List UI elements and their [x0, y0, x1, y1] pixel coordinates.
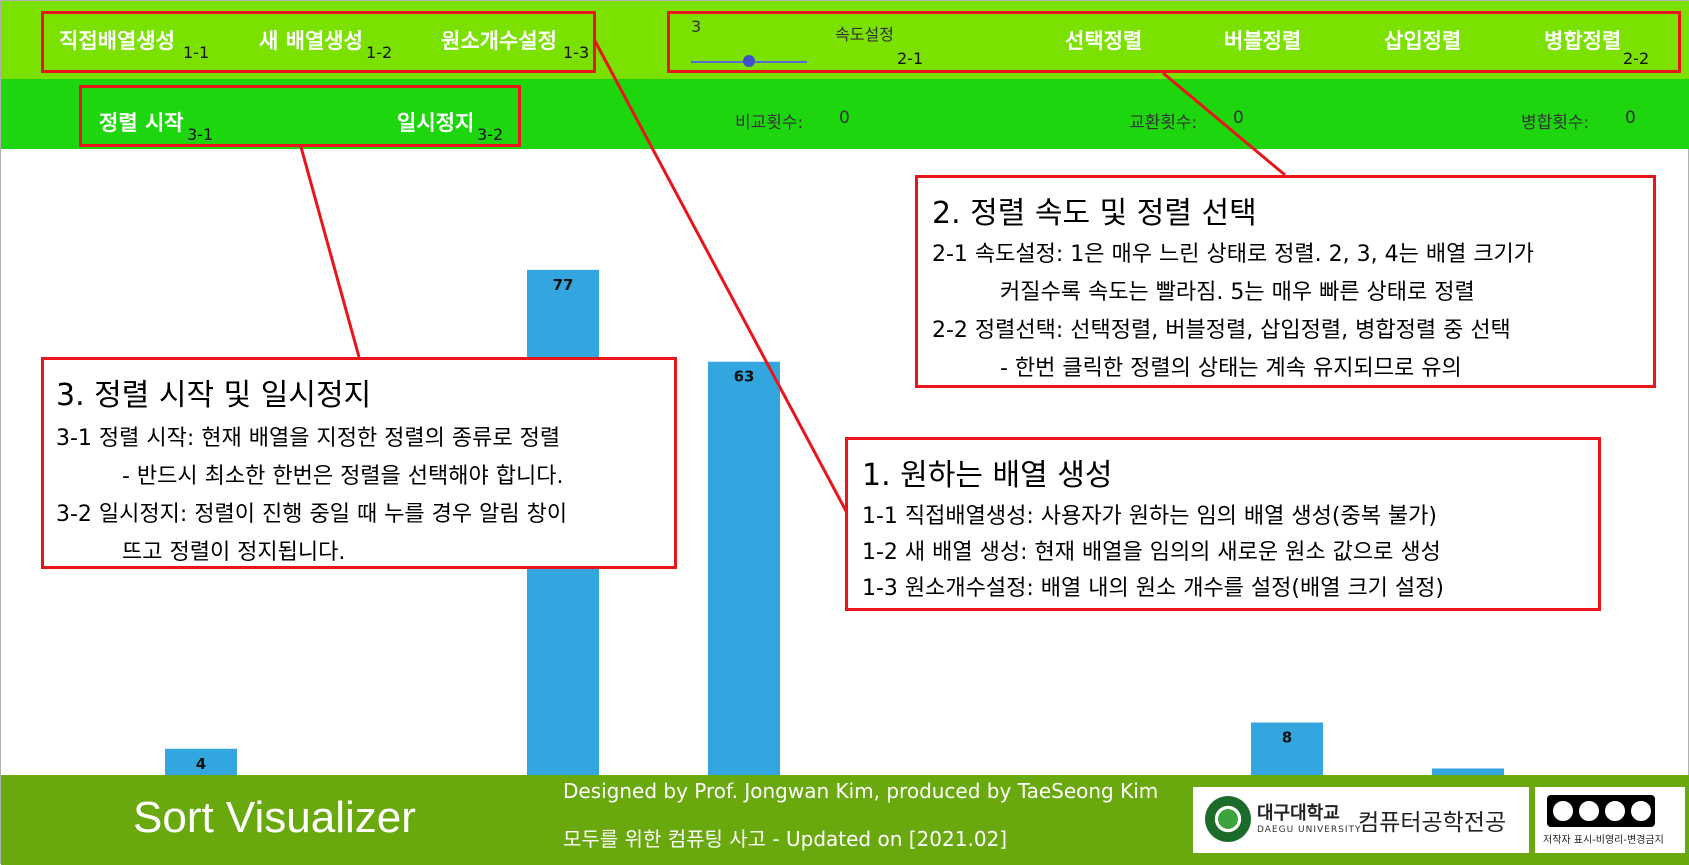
- callout-3-line-1: 3-1 정렬 시작: 현재 배열을 지정한 정렬의 종류로 정렬: [56, 426, 561, 451]
- callout-1-line-1: 1-1 직접배열생성: 사용자가 원하는 임의 배열 생성(중복 불가): [862, 504, 1437, 529]
- callout-array-creation: 1. 원하는 배열 생성 1-1 직접배열생성: 사용자가 원하는 임의 배열 …: [845, 437, 1601, 611]
- university-seal-icon: [1205, 796, 1251, 842]
- connector-line-3: [299, 146, 361, 358]
- callout-3-line-4: 뜨고 정렬이 정지됩니다.: [122, 540, 346, 565]
- university-name: 대구대학교: [1257, 803, 1340, 824]
- cc-icon: [1547, 795, 1655, 827]
- cc-circle-icon: [1551, 799, 1575, 823]
- by-icon: [1577, 799, 1601, 823]
- callout-3-line-2: - 반드시 최소한 한번은 정렬을 선택해야 합니다.: [122, 464, 564, 489]
- nd-icon: [1629, 799, 1653, 823]
- university-logo: 대구대학교 DAEGU UNIVERSITY 컴퓨터공학전공: [1193, 787, 1529, 853]
- callout-1-line-3: 1-3 원소개수설정: 배열 내의 원소 개수를 설정(배열 크기 설정): [862, 576, 1444, 601]
- nc-icon: [1603, 799, 1627, 823]
- callout-3-title: 3. 정렬 시작 및 일시정지: [56, 378, 372, 413]
- university-name-en: DAEGU UNIVERSITY: [1257, 825, 1362, 835]
- callout-2-line-2: 커질수록 속도는 빨라짐. 5는 매우 빠른 상태로 정렬: [1000, 280, 1475, 305]
- callout-sort-speed: 2. 정렬 속도 및 정렬 선택 2-1 속도설정: 1은 매우 느린 상태로 …: [915, 175, 1656, 388]
- callout-1-title: 1. 원하는 배열 생성: [862, 458, 1113, 493]
- callout-2-line-3: 2-2 정렬선택: 선택정렬, 버블정렬, 삽입정렬, 병합정렬 중 선택: [932, 318, 1511, 343]
- credit-line-2: 모두를 위한 컴퓨팅 사고 - Updated on [2021.02]: [563, 827, 1008, 851]
- credit-line-1: Designed by Prof. Jongwan Kim, produced …: [563, 779, 1159, 803]
- callout-2-line-4: - 한번 클릭한 정렬의 상태는 계속 유지되므로 유의: [1000, 356, 1462, 381]
- callout-2-line-1: 2-1 속도설정: 1은 매우 느린 상태로 정렬. 2, 3, 4는 배열 크…: [932, 242, 1535, 267]
- callout-start-pause: 3. 정렬 시작 및 일시정지 3-1 정렬 시작: 현재 배열을 지정한 정렬…: [41, 357, 677, 569]
- department-name: 컴퓨터공학전공: [1358, 810, 1507, 836]
- callout-3-line-3: 3-2 일시정지: 정렬이 진행 중일 때 누를 경우 알림 창이: [56, 502, 568, 527]
- callout-1-line-2: 1-2 새 배열 생성: 현재 배열을 임의의 새로운 원소 값으로 생성: [862, 540, 1441, 565]
- callout-2-title: 2. 정렬 속도 및 정렬 선택: [932, 196, 1257, 231]
- connector-line-2: [1162, 71, 1286, 177]
- app-title: Sort Visualizer: [133, 793, 416, 842]
- cc-license-badge: 저작자 표시-비영리-변경금지: [1535, 787, 1685, 853]
- license-text: 저작자 표시-비영리-변경금지: [1543, 835, 1664, 846]
